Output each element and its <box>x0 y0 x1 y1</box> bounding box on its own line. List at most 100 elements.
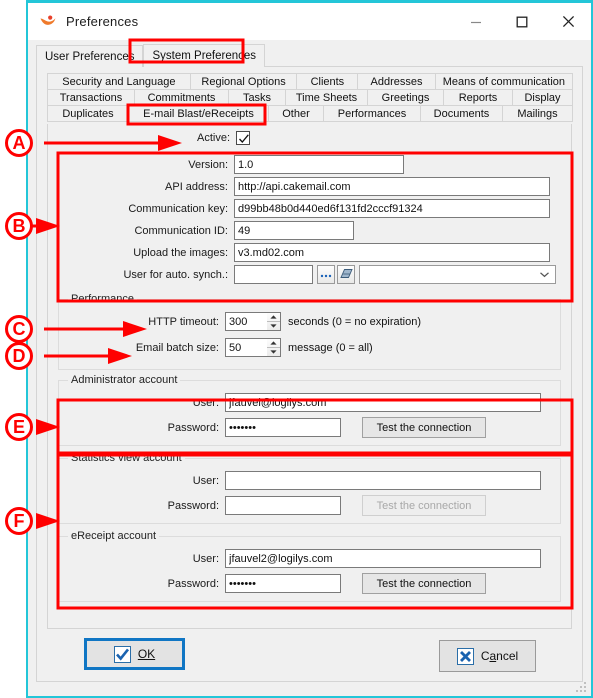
tab-user-preferences[interactable]: User Preferences <box>36 45 144 67</box>
upload-images-input[interactable] <box>234 243 550 262</box>
tab-documents-label: Documents <box>433 107 490 120</box>
stats-test-connection-button[interactable]: Test the connection <box>362 495 486 516</box>
tab-email-blast-ereceipts[interactable]: E-mail Blast/eReceipts <box>128 105 269 122</box>
http-timeout-label: HTTP timeout: <box>148 315 219 328</box>
tab-performances-label: Performances <box>337 107 407 120</box>
api-address-label: API address: <box>165 180 228 193</box>
admin-user-input[interactable] <box>225 393 541 412</box>
email-batch-size-row: Email batch size: message (0 = all) <box>59 338 560 357</box>
ereceipt-user-input[interactable] <box>225 549 541 568</box>
stats-user-row: User: <box>59 471 560 490</box>
tab-system-preferences[interactable]: System Preferences <box>143 44 266 67</box>
tab-tasks[interactable]: Tasks <box>228 89 286 106</box>
chevron-down-icon <box>539 269 550 281</box>
annotation-marker-d-letter: D <box>12 346 26 366</box>
ereceipt-test-connection-label: Test the connection <box>376 577 472 590</box>
resize-grip[interactable] <box>576 682 587 693</box>
administrator-account-group: Administrator account User: Password: Te… <box>58 374 561 446</box>
annotation-marker-c: C <box>5 315 33 343</box>
erase-button[interactable] <box>337 265 355 284</box>
annotation-marker-d: D <box>5 342 33 370</box>
auto-sync-combo[interactable] <box>359 265 556 284</box>
cancel-button[interactable]: Cancel <box>439 640 536 672</box>
admin-test-connection-label: Test the connection <box>376 421 472 434</box>
tab-system-preferences-label: System Preferences <box>152 50 257 62</box>
communication-key-row: Communication key: <box>58 199 561 218</box>
communication-id-row: Communication ID: <box>58 221 561 240</box>
tab-reports[interactable]: Reports <box>443 89 513 106</box>
tab-mailings[interactable]: Mailings <box>502 105 573 122</box>
tab-commitments-label: Commitments <box>147 91 216 104</box>
annotation-marker-c-letter: C <box>12 319 26 339</box>
caret-down-icon[interactable] <box>267 348 280 356</box>
tab-email-blast-ereceipts-label: E-mail Blast/eReceipts <box>143 107 254 120</box>
active-checkbox[interactable] <box>236 131 250 145</box>
tab-greetings[interactable]: Greetings <box>367 89 444 106</box>
stats-password-input[interactable] <box>225 496 341 515</box>
minimize-button[interactable] <box>453 3 499 40</box>
email-batch-size-suffix: message (0 = all) <box>288 341 373 354</box>
tab-transactions[interactable]: Transactions <box>47 89 135 106</box>
tab-documents[interactable]: Documents <box>420 105 503 122</box>
checkmark-icon <box>113 645 131 663</box>
email-batch-size-input[interactable] <box>225 338 267 357</box>
caret-up-icon[interactable] <box>267 339 280 348</box>
ok-accel-letter: OK <box>137 647 156 661</box>
communication-id-label: Communication ID: <box>134 224 228 237</box>
tab-means-of-communication[interactable]: Means of communication <box>434 73 573 90</box>
inner-tab-row-3: Duplicates E-mail Blast/eReceipts Other … <box>47 105 573 122</box>
administrator-account-title: Administrator account <box>68 374 181 386</box>
stats-user-input[interactable] <box>225 471 541 490</box>
active-label: Active: <box>196 132 230 144</box>
version-label: Version: <box>188 158 228 171</box>
tab-time-sheets-label: Time Sheets <box>295 91 358 104</box>
swoosh-logo-icon <box>39 13 57 31</box>
communication-key-input[interactable] <box>234 199 550 218</box>
ereceipt-test-connection-button[interactable]: Test the connection <box>362 573 486 594</box>
tab-security-and-language[interactable]: Security and Language <box>47 73 191 90</box>
tab-user-preferences-label: User Preferences <box>45 50 135 63</box>
close-button[interactable] <box>545 3 591 40</box>
caret-up-icon[interactable] <box>267 313 280 322</box>
communication-id-input[interactable] <box>234 221 354 240</box>
tab-security-and-language-label: Security and Language <box>62 75 176 88</box>
preferences-window: Preferences User Preferences System Pref… <box>26 0 593 698</box>
stats-password-label: Password: <box>167 499 219 512</box>
tab-commitments[interactable]: Commitments <box>134 89 229 106</box>
admin-test-connection-button[interactable]: Test the connection <box>362 417 486 438</box>
tab-clients[interactable]: Clients <box>296 73 359 90</box>
annotation-marker-a-letter: A <box>12 133 26 153</box>
stats-test-connection-label: Test the connection <box>376 499 472 512</box>
tab-display-label: Display <box>524 91 561 104</box>
api-address-input[interactable] <box>234 177 550 196</box>
tab-duplicates-label: Duplicates <box>62 107 114 120</box>
api-address-row: API address: <box>58 177 561 196</box>
tab-time-sheets[interactable]: Time Sheets <box>285 89 368 106</box>
admin-user-label: User: <box>192 396 219 409</box>
cancel-accel-letter: a <box>489 649 497 663</box>
x-mark-icon <box>456 647 474 665</box>
annotation-marker-f-letter: F <box>13 511 25 531</box>
ereceipt-password-input[interactable] <box>225 574 341 593</box>
auto-sync-user-input[interactable] <box>234 265 313 284</box>
http-timeout-input[interactable] <box>225 312 267 331</box>
communication-key-label: Communication key: <box>128 202 228 215</box>
performance-group: Performance HTTP timeout: seconds (0 = n… <box>58 293 561 370</box>
browse-button[interactable] <box>317 265 335 284</box>
email-batch-size-spinner[interactable] <box>267 338 281 357</box>
version-input[interactable] <box>234 155 404 174</box>
tab-tasks-label: Tasks <box>242 91 272 104</box>
admin-password-input[interactable] <box>225 418 341 437</box>
http-timeout-spinner[interactable] <box>267 312 281 331</box>
ok-button[interactable]: OK <box>84 638 185 670</box>
annotation-marker-f: F <box>5 507 33 535</box>
caret-down-icon[interactable] <box>267 322 280 330</box>
tab-display[interactable]: Display <box>512 89 573 106</box>
tab-other[interactable]: Other <box>268 105 324 122</box>
tab-duplicates[interactable]: Duplicates <box>47 105 129 122</box>
tab-performances[interactable]: Performances <box>323 105 421 122</box>
tab-addresses[interactable]: Addresses <box>357 73 436 90</box>
window-title: Preferences <box>66 14 139 29</box>
tab-regional-options[interactable]: Regional Options <box>189 73 298 90</box>
maximize-button[interactable] <box>499 3 545 40</box>
